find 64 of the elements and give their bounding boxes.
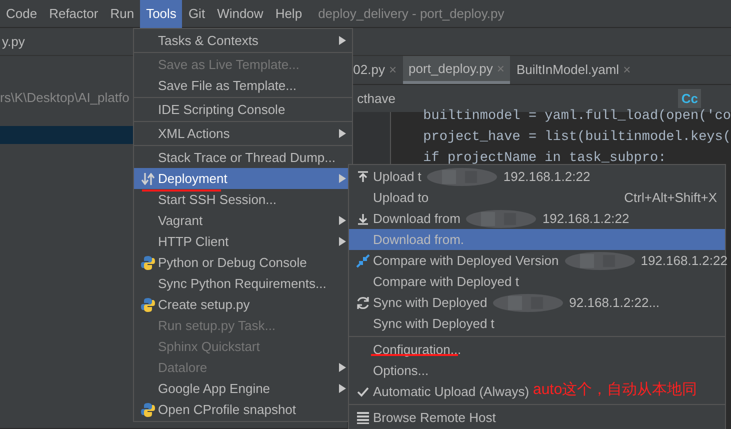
submenu-arrow-icon <box>339 216 346 225</box>
menu-item[interactable]: Stack Trace or Thread Dump... <box>134 147 352 168</box>
check-icon <box>357 386 369 396</box>
code-line: builtinmodel = yaml.full_load(open('co <box>423 108 731 126</box>
menu-item[interactable]: Python or Debug Console <box>134 252 352 273</box>
editor-tab[interactable]: BuiltInModel.yaml × <box>510 56 637 84</box>
menu-item[interactable]: Compare with Deployed t <box>349 271 527 292</box>
code-line: if projectName in task_subpro: <box>423 150 668 168</box>
code-line: project_have = list(builtinmodel.keys( <box>423 129 731 147</box>
annotation-text: auto这个，自动从本地同 <box>533 380 698 400</box>
blur-patch <box>564 252 635 270</box>
menu-item[interactable]: XML Actions <box>134 123 352 144</box>
submenu-arrow-icon <box>339 174 346 183</box>
python-icon <box>141 402 155 416</box>
menu-item[interactable]: Vagrant <box>134 210 352 231</box>
menu-item[interactable]: Save File as Template... <box>134 75 352 96</box>
menu-item[interactable]: HTTP Client <box>134 231 352 252</box>
editor-tab[interactable]: port_deploy.py × <box>402 56 510 84</box>
menu-item[interactable]: Options... <box>349 360 437 381</box>
arrows-up-down-icon <box>141 172 155 184</box>
menu-bar-item[interactable]: Help <box>269 0 308 28</box>
menu-bar-item[interactable]: Window <box>211 0 270 28</box>
menu-item[interactable]: Browse Remote Host <box>349 407 504 428</box>
python-icon <box>141 256 155 270</box>
menu-bar-item[interactable]: Git <box>182 0 212 28</box>
upload-icon <box>357 170 369 182</box>
project-path: rs\K\Desktop\AI_platfo <box>0 89 130 108</box>
menu-bar-item[interactable]: Code <box>0 0 44 28</box>
menu-item[interactable]: Download from 192.168.1.2:22 <box>349 208 638 229</box>
submenu-arrow-icon <box>339 129 346 138</box>
window-title: deploy_delivery - port_deploy.py <box>318 4 504 23</box>
match-case-toggle[interactable]: Cc <box>678 88 701 108</box>
nav-file-name: y.py <box>1 32 25 51</box>
menu-item[interactable]: Sync Python Requirements... <box>134 273 352 294</box>
menu-item[interactable]: Upload to Ctrl+Alt+Shift+X <box>349 187 725 208</box>
tab-label: 02.py <box>353 61 385 80</box>
python-icon <box>141 298 155 312</box>
menu-bar-item[interactable]: Refactor <box>43 0 104 28</box>
submenu-arrow-icon <box>339 384 346 393</box>
menu-bar-item[interactable]: Tools <box>140 0 182 28</box>
submenu-arrow-icon <box>339 36 346 45</box>
menu-item[interactable]: Configuration... <box>349 339 470 360</box>
list-icon <box>357 412 369 424</box>
menu-item[interactable]: Compare with Deployed Version 192.168.1.2:22 <box>349 250 731 271</box>
tab-label: port_deploy.py <box>408 60 493 78</box>
menu-bar-item[interactable]: Run <box>104 0 140 28</box>
blur-patch <box>427 168 498 186</box>
menu-item[interactable]: Sync with Deployed t <box>349 313 502 334</box>
menu-item[interactable]: Create setup.py <box>134 294 352 315</box>
download-icon <box>357 212 369 224</box>
sync-icon <box>356 296 370 310</box>
compare-arrows-icon <box>356 254 370 268</box>
menu-item[interactable]: Sync with Deployed 92.168.1.2:22... <box>349 292 668 313</box>
submenu-arrow-icon <box>339 363 346 372</box>
menu-item[interactable]: Open CProfile snapshot <box>134 399 352 420</box>
menu-item[interactable]: Upload t 192.168.1.2:22 <box>349 166 598 187</box>
menu-item[interactable]: Start SSH Session... <box>134 189 352 210</box>
tab-label: BuiltInModel.yaml <box>516 61 620 80</box>
menu-item[interactable]: Tasks & Contexts <box>134 30 352 51</box>
menu-item[interactable]: IDE Scripting Console <box>134 99 352 120</box>
blur-patch <box>466 210 536 228</box>
menu-item[interactable]: Google App Engine <box>134 378 352 399</box>
submenu-arrow-icon <box>339 237 346 246</box>
blur-patch <box>493 294 564 312</box>
